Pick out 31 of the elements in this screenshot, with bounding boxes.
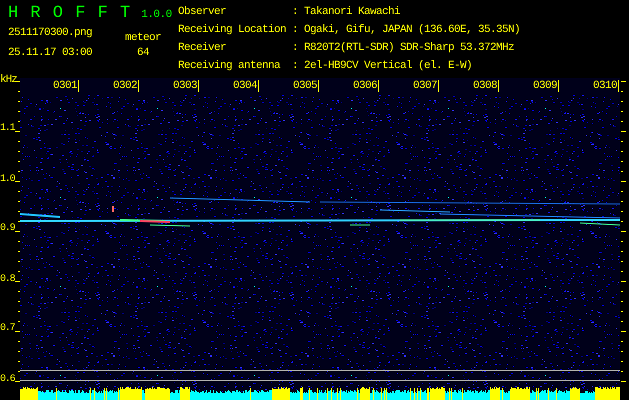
- time-label: 0310: [593, 80, 620, 92]
- time-label: 0308: [473, 80, 500, 92]
- app-version: 1.0.0: [141, 8, 172, 23]
- info-value: : 2el-HB9CV Vertical (el. E-W): [292, 60, 474, 74]
- app-title: H R O F F T: [8, 4, 132, 24]
- y-tick-label: 0.7: [0, 323, 14, 335]
- time-label: 0301: [53, 80, 80, 92]
- time-label: 0304: [233, 80, 260, 92]
- time-label: 0306: [353, 80, 380, 92]
- time-label: 0302: [113, 80, 140, 92]
- y-tick-label: 0.8: [0, 274, 14, 286]
- meteor-count: 64: [136, 46, 149, 60]
- meteor-label: meteor: [124, 31, 161, 45]
- y-tick-label: 1.1: [0, 123, 14, 135]
- info-value: : Takanori Kawachi: [292, 6, 402, 20]
- y-tick-label: 0.6: [0, 374, 14, 386]
- info-label: Observer: [178, 6, 228, 20]
- time-label: 0309: [533, 80, 560, 92]
- info-value: : R820T2(RTL-SDR) SDR-Sharp 53.372MHz: [292, 42, 516, 56]
- info-value: : Ogaki, Gifu, JAPAN (136.60E, 35.35N): [292, 24, 520, 38]
- axis-unit-label: kHz: [0, 74, 17, 86]
- time-label: 0307: [413, 80, 440, 92]
- info-label: Receiving antenna: [178, 60, 282, 74]
- info-label: Receiver: [178, 42, 228, 56]
- info-label: Receiving Location: [178, 24, 288, 38]
- time-label: 0305: [293, 80, 320, 92]
- file-name: 2511170300.png: [8, 26, 94, 40]
- y-tick-label: 1.0: [0, 174, 14, 186]
- timestamp: 25.11.17 03:00: [8, 46, 94, 60]
- time-label: 0303: [173, 80, 200, 92]
- y-tick-label: 0.9: [0, 223, 14, 235]
